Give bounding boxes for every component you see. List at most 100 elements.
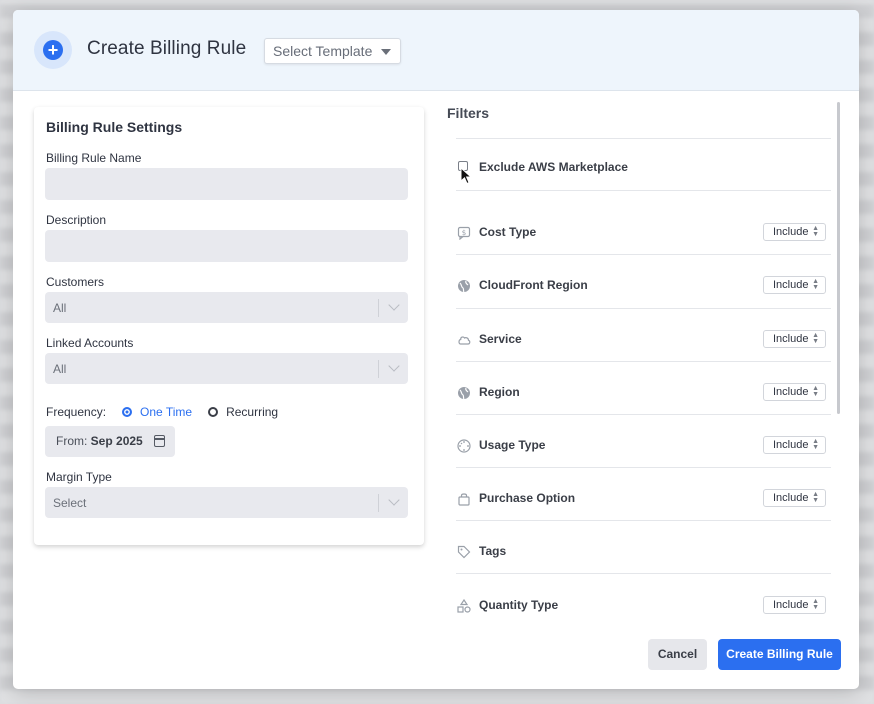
filter-row-cloudfront-region[interactable]: CloudFront Region Include ▲ ▼ [454, 276, 830, 296]
frequency-recurring-radio[interactable]: Recurring [208, 405, 278, 419]
from-value: Sep 2025 [90, 434, 143, 448]
divider [456, 254, 831, 255]
margin-type-value: Select [53, 496, 87, 510]
filter-row-purchase-option[interactable]: Purchase Option Include ▲ ▼ [454, 489, 830, 509]
divider [456, 190, 831, 191]
margin-type-label: Margin Type [46, 470, 112, 484]
divider [456, 520, 831, 521]
filter-label: Usage Type [479, 438, 546, 452]
divider [456, 308, 831, 309]
margin-type-dropdown[interactable]: Select [45, 487, 408, 518]
sort-arrows-icon: ▲ ▼ [812, 598, 819, 611]
from-date-picker[interactable]: From: Sep 2025 [45, 426, 175, 457]
include-select[interactable]: Include ▲ ▼ [763, 489, 826, 507]
filter-row-service[interactable]: Service Include ▲ ▼ [454, 330, 830, 350]
modal-header: + Create Billing Rule Select Template [13, 10, 859, 91]
chevron-down-icon [388, 494, 400, 506]
linked-accounts-value: All [53, 362, 67, 376]
divider [456, 414, 831, 415]
chevron-down-icon [388, 299, 400, 311]
frequency-label: Frequency: [46, 405, 107, 419]
dropdown-separator [378, 360, 379, 378]
from-label: From: [56, 434, 91, 448]
svg-text:$: $ [462, 229, 466, 237]
exclude-marketplace-label: Exclude AWS Marketplace [479, 160, 628, 174]
sort-arrows-icon: ▲ ▼ [812, 278, 819, 291]
linked-accounts-dropdown[interactable]: All [45, 353, 408, 384]
shopping-bag-icon [457, 492, 471, 506]
shapes-icon [457, 598, 471, 613]
filter-row-region[interactable]: Region Include ▲ ▼ [454, 383, 830, 403]
include-value: Include [773, 492, 809, 504]
frequency-row: Frequency: One Time Recurring [46, 405, 278, 419]
customers-value: All [53, 301, 67, 315]
filter-label: Service [479, 332, 522, 346]
billing-rule-name-input[interactable] [45, 168, 408, 200]
globe-icon [457, 279, 471, 293]
frequency-one-time-radio[interactable]: One Time [122, 405, 192, 419]
include-select[interactable]: Include ▲ ▼ [763, 596, 826, 614]
radio-selected-icon [122, 407, 133, 417]
filter-row-quantity-type[interactable]: Quantity Type Include ▲ ▼ [454, 596, 830, 616]
include-select[interactable]: Include ▲ ▼ [763, 383, 826, 401]
divider [456, 573, 831, 574]
plus-circle-icon: + [43, 40, 63, 60]
header-icon-badge: + [34, 31, 72, 69]
include-select[interactable]: Include ▲ ▼ [763, 436, 826, 454]
filter-label: Quantity Type [479, 598, 559, 612]
modal-title: Create Billing Rule [87, 38, 247, 59]
include-select[interactable]: Include ▲ ▼ [763, 330, 826, 348]
filter-label: Purchase Option [479, 491, 576, 505]
caret-down-icon [381, 49, 391, 55]
exclude-marketplace-row[interactable]: Exclude AWS Marketplace [454, 158, 830, 178]
cost-tag-icon: $ [457, 226, 471, 241]
divider [456, 361, 831, 362]
sort-arrows-icon: ▲ ▼ [812, 491, 819, 504]
filter-row-cost-type[interactable]: $ Cost Type Include ▲ ▼ [454, 223, 830, 243]
include-select[interactable]: Include ▲ ▼ [763, 223, 826, 241]
include-value: Include [773, 333, 809, 345]
sort-arrows-icon: ▲ ▼ [812, 332, 819, 345]
cloud-icon [457, 333, 471, 347]
select-template-label: Select Template [273, 43, 373, 59]
filter-row-usage-type[interactable]: Usage Type Include ▲ ▼ [454, 436, 830, 456]
recurring-label: Recurring [226, 405, 279, 419]
filter-label: CloudFront Region [479, 278, 588, 292]
filters-scrollbar[interactable] [837, 102, 840, 414]
include-value: Include [773, 279, 809, 291]
dropdown-separator [378, 299, 379, 317]
sort-arrows-icon: ▲ ▼ [812, 438, 819, 451]
filter-row-tags[interactable]: Tags [454, 542, 830, 562]
description-input[interactable] [45, 230, 408, 262]
filter-label: Cost Type [479, 225, 537, 239]
description-label: Description [46, 213, 107, 227]
calendar-icon [154, 435, 165, 447]
globe-icon [457, 386, 471, 400]
dropdown-separator [378, 494, 379, 512]
divider [456, 467, 831, 468]
customers-dropdown[interactable]: All [45, 292, 408, 323]
usage-dial-icon [457, 439, 471, 453]
filter-label: Tags [479, 544, 507, 558]
include-select[interactable]: Include ▲ ▼ [763, 276, 826, 294]
include-value: Include [773, 439, 809, 451]
create-billing-rule-modal: + Create Billing Rule Select Template Bi… [13, 10, 859, 689]
cancel-button[interactable]: Cancel [648, 639, 707, 670]
include-value: Include [773, 226, 809, 238]
customers-label: Customers [46, 275, 105, 289]
mouse-pointer-icon [460, 167, 472, 185]
include-value: Include [773, 386, 809, 398]
radio-unselected-icon [208, 407, 219, 417]
create-billing-rule-button[interactable]: Create Billing Rule [718, 639, 841, 670]
include-value: Include [773, 599, 809, 611]
one-time-label: One Time [140, 405, 193, 419]
linked-accounts-label: Linked Accounts [46, 336, 134, 350]
divider [456, 138, 831, 139]
sort-arrows-icon: ▲ ▼ [812, 225, 819, 238]
chevron-down-icon [388, 360, 400, 372]
select-template-dropdown[interactable]: Select Template [264, 38, 401, 64]
filter-label: Region [479, 385, 520, 399]
sort-arrows-icon: ▲ ▼ [812, 385, 819, 398]
settings-heading: Billing Rule Settings [46, 119, 183, 135]
billing-rule-settings-card: Billing Rule Settings Billing Rule Name … [34, 107, 424, 545]
